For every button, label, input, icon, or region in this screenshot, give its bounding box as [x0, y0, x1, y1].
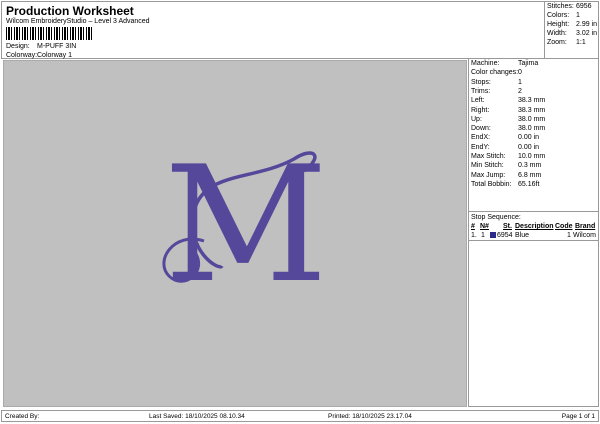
stop-sequence: Stop Sequence: # N# St. Description Code…: [469, 211, 599, 241]
stat-label: Zoom:: [547, 39, 567, 46]
detail-value: 2: [518, 87, 522, 95]
detail-label: Max Jump:: [471, 171, 506, 179]
stat-value: 6956: [576, 3, 592, 10]
worksheet-header: Production Worksheet Wilcom EmbroiderySt…: [1, 1, 599, 59]
stop-sequence-title: Stop Sequence:: [471, 214, 521, 221]
detail-value: 6.8 mm: [518, 171, 542, 179]
page-number: Page 1 of 1: [561, 413, 595, 420]
detail-value: 0.00 in: [518, 134, 540, 142]
detail-value: 10.0 mm: [518, 153, 546, 160]
last-saved: Last Saved: 18/10/2025 08.10.34: [149, 413, 245, 420]
detail-label: Trims:: [471, 87, 491, 95]
detail-label: EndY:: [471, 143, 490, 151]
detail-label: Stops:: [471, 78, 491, 86]
design-value: M-PUFF 3IN: [37, 43, 77, 50]
stats-box: Stitches: 6956 Colors: 1 Height: 2.99 in Wi…: [544, 1, 599, 59]
detail-value: 38.3 mm: [518, 97, 546, 105]
detail-label: Down:: [471, 125, 491, 133]
printed-date: Printed: 18/10/2025 23.17.04: [328, 413, 412, 420]
detail-value: 65.16ft: [518, 180, 540, 188]
detail-label: Machine:: [471, 60, 500, 67]
detail-label: Min Stitch:: [471, 162, 504, 170]
stat-label: Colors:: [547, 12, 570, 19]
thread-brand: Wilcom: [573, 232, 596, 239]
row-number: 1.: [471, 232, 477, 239]
svg-text:M: M: [164, 131, 328, 318]
barcode: [6, 27, 92, 40]
color-swatch: [490, 232, 496, 238]
details-panel: Machine: Tajima Color changes: 0 Stops: 1 T…: [468, 59, 599, 407]
detail-value: 0.00 in: [518, 143, 540, 151]
detail-value: 1: [518, 78, 522, 86]
detail-value: Tajima: [518, 60, 539, 67]
detail-label: Left:: [471, 97, 485, 105]
detail-value: 0.3 mm: [518, 162, 542, 170]
detail-value: 38.0 mm: [518, 115, 546, 123]
column-header: N#: [480, 223, 489, 230]
column-header: #: [471, 223, 475, 230]
colorway-label: Colorway:: [6, 52, 38, 59]
detail-value: 38.3 mm: [518, 106, 546, 114]
detail-label: Max Stitch:: [471, 153, 506, 160]
stat-value: 1:1: [576, 39, 586, 46]
design-label: Design:: [6, 43, 30, 50]
stat-label: Height:: [547, 21, 570, 28]
design-preview: M: [3, 60, 467, 407]
color-description: Blue: [515, 232, 530, 239]
stat-value: 3.02 in: [576, 30, 598, 37]
column-header: Brand: [575, 223, 596, 230]
detail-label: Color changes:: [471, 69, 519, 77]
created-by: Created By:: [5, 413, 40, 420]
color-code: 1: [567, 232, 571, 239]
detail-label: Up:: [471, 115, 482, 123]
detail-label: EndX:: [471, 134, 491, 142]
stitch-count: 6954: [497, 232, 513, 239]
footer: Created By: Last Saved: 18/10/2025 08.10…: [1, 410, 599, 422]
detail-label: Right:: [471, 106, 490, 114]
needle-number: 1: [481, 232, 485, 239]
column-header: Code: [555, 223, 573, 230]
stat-value: 1: [576, 12, 580, 19]
column-header: St.: [503, 223, 512, 230]
page-title: Production Worksheet: [6, 4, 134, 18]
software-subtitle: Wilcom EmbroideryStudio – Level 3 Advanc…: [6, 18, 150, 25]
monogram-m-design: M: [162, 131, 328, 318]
colorway-value: Colorway 1: [37, 52, 73, 59]
detail-label: Total Bobbin:: [471, 180, 512, 188]
column-header: Description: [515, 223, 554, 230]
stat-label: Width:: [547, 30, 567, 37]
stat-label: Stitches:: [547, 3, 574, 10]
detail-value: 38.0 mm: [518, 125, 546, 133]
stat-value: 2.99 in: [576, 21, 598, 28]
detail-value: 0: [518, 69, 522, 77]
